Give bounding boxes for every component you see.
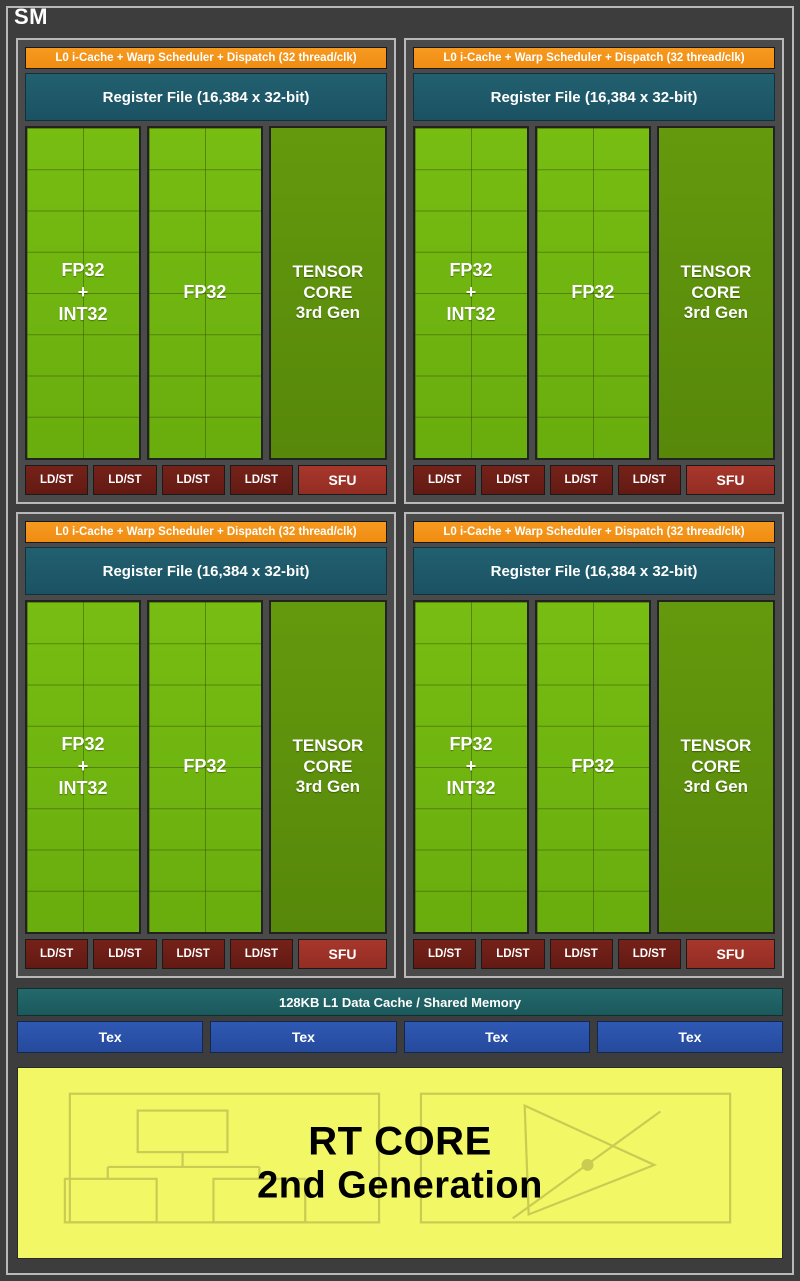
core-row: FP32 + INT32 FP32 TENSOR CORE 3rd Gen: [413, 600, 775, 934]
ldst-unit[interactable]: LD/ST: [617, 465, 681, 495]
processing-block-3[interactable]: L0 i-Cache + Warp Scheduler + Dispatch (…: [404, 512, 784, 978]
sm-block-diagram: SM L0 i-Cache + Warp Scheduler + Dispatc…: [0, 0, 800, 1281]
tex-unit[interactable]: Tex: [17, 1021, 204, 1053]
bvh-root-node: [136, 1109, 229, 1154]
ldst-sfu-row: LD/ST LD/ST LD/ST LD/ST SFU: [25, 939, 387, 969]
tensor-core[interactable]: TENSOR CORE 3rd Gen: [656, 126, 775, 460]
register-file: Register File (16,384 x 32-bit): [25, 547, 387, 595]
sfu-unit[interactable]: SFU: [298, 465, 387, 495]
warp-scheduler-bar: L0 i-Cache + Warp Scheduler + Dispatch (…: [25, 521, 387, 543]
core-row: FP32 + INT32 FP32 TENSOR CORE 3rd Gen: [413, 126, 775, 460]
ldst-unit[interactable]: LD/ST: [481, 465, 545, 495]
ldst-unit[interactable]: LD/ST: [549, 465, 613, 495]
ldst-sfu-row: LD/ST LD/ST LD/ST LD/ST SFU: [25, 465, 387, 495]
warp-scheduler-bar: L0 i-Cache + Warp Scheduler + Dispatch (…: [413, 47, 775, 69]
tex-unit[interactable]: Tex: [596, 1021, 783, 1053]
fp32-core-array[interactable]: FP32: [534, 600, 651, 934]
ldst-sfu-row: LD/ST LD/ST LD/ST LD/ST SFU: [413, 465, 775, 495]
fp32-int32-core-array[interactable]: FP32 + INT32: [25, 600, 141, 934]
fp32-int32-core-array[interactable]: FP32 + INT32: [413, 600, 529, 934]
sfu-unit[interactable]: SFU: [298, 939, 387, 969]
ldst-unit[interactable]: LD/ST: [481, 939, 545, 969]
fp32-label: FP32: [571, 282, 615, 303]
tex-unit[interactable]: Tex: [403, 1021, 590, 1053]
register-file: Register File (16,384 x 32-bit): [413, 73, 775, 121]
ldst-unit[interactable]: LD/ST: [229, 939, 293, 969]
tensor-core[interactable]: TENSOR CORE 3rd Gen: [268, 126, 387, 460]
rt-core-artwork: [63, 1092, 732, 1224]
core-row: FP32 + INT32 FP32 TENSOR CORE 3rd Gen: [25, 600, 387, 934]
fp32-label: FP32: [571, 756, 615, 777]
tensor-core-label: TENSOR CORE 3rd Gen: [680, 261, 752, 323]
sfu-unit[interactable]: SFU: [686, 465, 775, 495]
rt-core[interactable]: RT CORE 2nd Generation: [17, 1067, 783, 1259]
ldst-sfu-row: LD/ST LD/ST LD/ST LD/ST SFU: [413, 939, 775, 969]
fp32-int32-label: FP32 + INT32: [58, 260, 108, 324]
ldst-unit[interactable]: LD/ST: [617, 939, 681, 969]
processing-block-1[interactable]: L0 i-Cache + Warp Scheduler + Dispatch (…: [404, 38, 784, 504]
fp32-int32-core-array[interactable]: FP32 + INT32: [413, 126, 529, 460]
bvh-leaf-right: [212, 1177, 307, 1224]
tensor-core-label: TENSOR CORE 3rd Gen: [680, 735, 752, 797]
page-title: SM: [14, 4, 48, 29]
ldst-unit[interactable]: LD/ST: [161, 939, 225, 969]
fp32-label: FP32: [183, 282, 227, 303]
processing-block-0[interactable]: L0 i-Cache + Warp Scheduler + Dispatch (…: [16, 38, 396, 504]
fp32-int32-label: FP32 + INT32: [446, 260, 496, 324]
bvh-tree-panel: [68, 1092, 381, 1224]
tensor-core[interactable]: TENSOR CORE 3rd Gen: [268, 600, 387, 934]
ldst-unit[interactable]: LD/ST: [549, 939, 613, 969]
register-file: Register File (16,384 x 32-bit): [413, 547, 775, 595]
processing-block-grid: L0 i-Cache + Warp Scheduler + Dispatch (…: [16, 38, 784, 978]
tensor-core[interactable]: TENSOR CORE 3rd Gen: [656, 600, 775, 934]
bvh-leaf-left: [63, 1177, 158, 1224]
ldst-unit[interactable]: LD/ST: [229, 465, 293, 495]
tensor-core-label: TENSOR CORE 3rd Gen: [292, 735, 364, 797]
ldst-unit[interactable]: LD/ST: [161, 465, 225, 495]
tensor-core-label: TENSOR CORE 3rd Gen: [292, 261, 364, 323]
fp32-core-array[interactable]: FP32: [534, 126, 651, 460]
fp32-int32-core-array[interactable]: FP32 + INT32: [25, 126, 141, 460]
fp32-core-array[interactable]: FP32: [146, 126, 263, 460]
ldst-unit[interactable]: LD/ST: [413, 465, 477, 495]
warp-scheduler-bar: L0 i-Cache + Warp Scheduler + Dispatch (…: [25, 47, 387, 69]
ray-triangle-panel: [419, 1092, 732, 1224]
fp32-label: FP32: [183, 756, 227, 777]
fp32-int32-label: FP32 + INT32: [446, 734, 496, 798]
tex-unit[interactable]: Tex: [210, 1021, 397, 1053]
ldst-unit[interactable]: LD/ST: [93, 465, 157, 495]
ldst-unit[interactable]: LD/ST: [93, 939, 157, 969]
fp32-core-array[interactable]: FP32: [146, 600, 263, 934]
ldst-unit[interactable]: LD/ST: [25, 465, 89, 495]
tex-unit-row: Tex Tex Tex Tex: [17, 1021, 783, 1053]
register-file: Register File (16,384 x 32-bit): [25, 73, 387, 121]
ldst-unit[interactable]: LD/ST: [25, 939, 89, 969]
intersection-point: [581, 1159, 594, 1171]
l1-data-cache[interactable]: 128KB L1 Data Cache / Shared Memory: [17, 988, 783, 1016]
processing-block-2[interactable]: L0 i-Cache + Warp Scheduler + Dispatch (…: [16, 512, 396, 978]
core-row: FP32 + INT32 FP32 TENSOR CORE 3rd Gen: [25, 126, 387, 460]
fp32-int32-label: FP32 + INT32: [58, 734, 108, 798]
ldst-unit[interactable]: LD/ST: [413, 939, 477, 969]
sfu-unit[interactable]: SFU: [686, 939, 775, 969]
warp-scheduler-bar: L0 i-Cache + Warp Scheduler + Dispatch (…: [413, 521, 775, 543]
